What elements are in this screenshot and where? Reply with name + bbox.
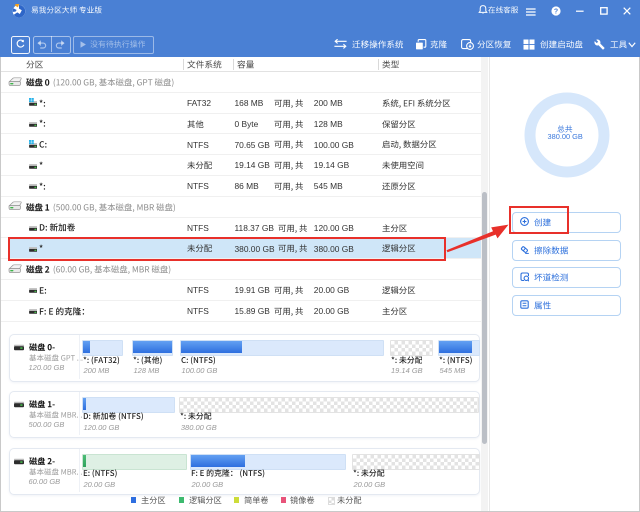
svg-text:?: ? [553, 8, 557, 15]
